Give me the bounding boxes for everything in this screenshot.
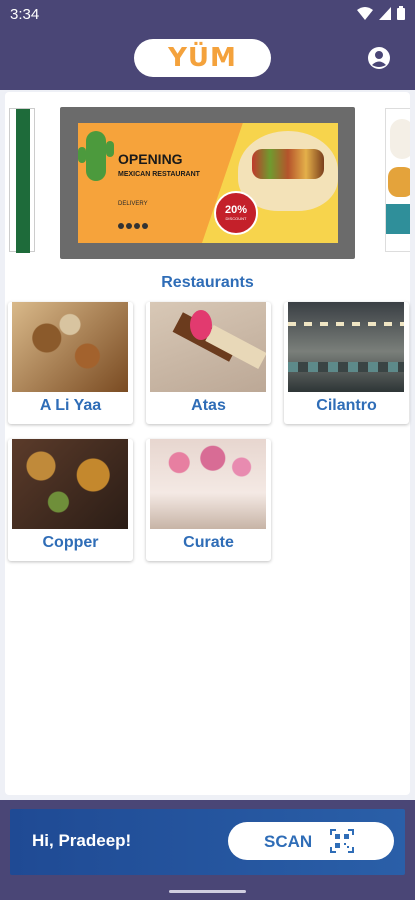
status-icons (357, 6, 405, 20)
carousel-slide-next[interactable] (385, 108, 410, 252)
cactus-icon (78, 131, 114, 181)
restaurant-name: Atas (191, 397, 226, 414)
battery-icon (397, 6, 405, 20)
scan-button[interactable]: SCAN (228, 822, 394, 860)
banner-subline: MEXICAN RESTAURANT (118, 171, 200, 178)
greeting-bar: Hi, Pradeep! SCAN (10, 809, 405, 875)
restaurant-photo (12, 439, 128, 529)
app-bar: YÜM (0, 28, 415, 90)
qr-scan-icon (330, 829, 354, 853)
restaurant-name: A Li Yaa (39, 397, 102, 414)
restaurant-card-copper[interactable]: Copper (8, 439, 133, 561)
restaurant-photo (150, 302, 266, 392)
main-content[interactable]: OPENING MEXICAN RESTAURANT DELIVERY 20% … (5, 92, 410, 795)
signal-icon (379, 6, 391, 20)
restaurant-name: Copper (42, 534, 99, 551)
account-circle-icon[interactable] (367, 46, 391, 70)
restaurants-heading: Restaurants (161, 274, 254, 291)
restaurant-photo (288, 302, 404, 392)
status-bar: 3:34 (0, 0, 415, 28)
scan-label: SCAN (264, 832, 313, 851)
slide-graphic (386, 204, 410, 234)
status-time: 3:34 (10, 6, 40, 23)
restaurant-name: Cilantro (316, 397, 377, 414)
banner-headline: OPENING (118, 151, 183, 167)
promo-banner: OPENING MEXICAN RESTAURANT DELIVERY 20% … (78, 123, 338, 243)
restaurant-name: Curate (183, 534, 234, 551)
social-icons (118, 223, 148, 229)
slide-graphic (388, 167, 410, 197)
restaurant-card-a-li-yaa[interactable]: A Li Yaa (8, 302, 133, 424)
navigation-bar (0, 880, 415, 900)
restaurant-photo (150, 439, 266, 529)
restaurant-card-atas[interactable]: Atas (146, 302, 271, 424)
banner-delivery: DELIVERY (118, 201, 148, 207)
app-logo[interactable]: YÜM (134, 39, 271, 77)
discount-badge: 20% DISCOUNT (214, 191, 258, 235)
wifi-icon (357, 6, 373, 20)
slide-graphic (390, 119, 410, 159)
home-gesture-handle[interactable] (169, 890, 246, 893)
greeting-text: Hi, Pradeep! (32, 831, 132, 850)
carousel-slide-previous[interactable] (9, 108, 35, 253)
promo-carousel[interactable]: OPENING MEXICAN RESTAURANT DELIVERY 20% … (5, 92, 410, 262)
discount-label: DISCOUNT (225, 215, 247, 221)
discount-value: 20% (224, 203, 248, 216)
restaurant-photo (12, 302, 128, 392)
restaurant-card-curate[interactable]: Curate (146, 439, 271, 561)
carousel-slide-current[interactable]: OPENING MEXICAN RESTAURANT DELIVERY 20% … (60, 107, 355, 259)
restaurant-card-cilantro[interactable]: Cilantro (284, 302, 409, 424)
logo-text: YÜM (168, 43, 237, 73)
slide-graphic (16, 109, 30, 253)
